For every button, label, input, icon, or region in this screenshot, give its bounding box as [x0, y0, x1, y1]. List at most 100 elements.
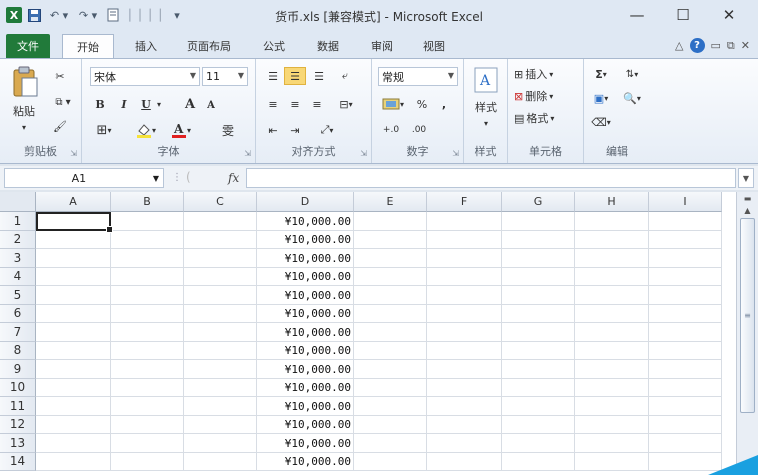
cell-h4[interactable]: [575, 267, 649, 286]
font-name-select[interactable]: 宋体 ▼: [90, 67, 200, 86]
cell-i6[interactable]: [649, 304, 722, 323]
cell-a5[interactable]: [36, 286, 111, 305]
cell-a2[interactable]: [36, 230, 111, 249]
column-header-b[interactable]: B: [111, 192, 184, 212]
cell-b14[interactable]: [111, 452, 184, 471]
orientation-icon[interactable]: ⤢ ▾: [314, 121, 340, 139]
styles-dropdown-icon[interactable]: ▾: [478, 117, 494, 129]
workbook-minimize-icon[interactable]: ▭: [711, 39, 721, 52]
row-header[interactable]: 12: [0, 415, 36, 434]
cell-h10[interactable]: [575, 378, 649, 397]
cell-h3[interactable]: [575, 249, 649, 268]
expand-formula-bar-icon[interactable]: ▼: [738, 168, 754, 188]
phonetic-guide-button[interactable]: 雯: [214, 121, 242, 139]
number-launcher-icon[interactable]: ⇲: [452, 149, 459, 158]
cell-i9[interactable]: [649, 360, 722, 379]
row-header[interactable]: 6: [0, 304, 36, 323]
cell-e12[interactable]: [354, 415, 427, 434]
cell-h7[interactable]: [575, 323, 649, 342]
cell-h8[interactable]: [575, 341, 649, 360]
cell-c3[interactable]: [184, 249, 257, 268]
font-color-icon[interactable]: A ▾: [168, 121, 194, 139]
cell-i4[interactable]: [649, 267, 722, 286]
insert-cells-button[interactable]: ⊞ 插入 ▾: [514, 65, 580, 83]
cell-e1[interactable]: [354, 212, 427, 231]
cell-e4[interactable]: [354, 267, 427, 286]
row-header[interactable]: 2: [0, 230, 36, 249]
cut-icon[interactable]: ✂: [50, 67, 70, 85]
cell-f1[interactable]: [427, 212, 502, 231]
tab-review[interactable]: 审阅: [362, 34, 402, 58]
scroll-up-icon[interactable]: ▲: [740, 203, 755, 217]
column-header-f[interactable]: F: [427, 192, 502, 212]
name-box[interactable]: A1 ▼: [4, 168, 164, 188]
minimize-button[interactable]: —: [618, 4, 656, 26]
cell-h9[interactable]: [575, 360, 649, 379]
maximize-button[interactable]: ☐: [664, 4, 702, 26]
cell-b6[interactable]: [111, 304, 184, 323]
clipboard-launcher-icon[interactable]: ⇲: [70, 149, 77, 158]
cell-c13[interactable]: [184, 434, 257, 453]
cell-f14[interactable]: [427, 452, 502, 471]
row-header[interactable]: 13: [0, 434, 36, 453]
cell-h6[interactable]: [575, 304, 649, 323]
borders-icon[interactable]: ⊞ ▾: [90, 121, 118, 139]
column-header-a[interactable]: A: [36, 192, 111, 212]
split-box-icon[interactable]: ▬: [740, 194, 755, 203]
increase-decimal-button[interactable]: +.0: [378, 121, 404, 139]
cell-h11[interactable]: [575, 397, 649, 416]
cell-c10[interactable]: [184, 378, 257, 397]
fill-color-icon[interactable]: ▾: [132, 121, 160, 139]
column-header-c[interactable]: C: [184, 192, 257, 212]
cell-e10[interactable]: [354, 378, 427, 397]
row-header[interactable]: 14: [0, 452, 36, 471]
cell-c7[interactable]: [184, 323, 257, 342]
cell-a10[interactable]: [36, 378, 111, 397]
scroll-thumb[interactable]: ≡: [740, 218, 755, 413]
cell-f10[interactable]: [427, 378, 502, 397]
cell-h13[interactable]: [575, 434, 649, 453]
cell-e14[interactable]: [354, 452, 427, 471]
minimize-ribbon-icon[interactable]: △: [675, 39, 683, 52]
accounting-format-icon[interactable]: ▾: [378, 95, 408, 113]
align-bottom-icon[interactable]: ☰: [310, 67, 328, 85]
cell-c4[interactable]: [184, 267, 257, 286]
cell-f13[interactable]: [427, 434, 502, 453]
cell-a14[interactable]: [36, 452, 111, 471]
decrease-decimal-button[interactable]: .00: [406, 121, 432, 139]
cell-c5[interactable]: [184, 286, 257, 305]
row-header[interactable]: 4: [0, 267, 36, 286]
row-header[interactable]: 7: [0, 323, 36, 342]
decrease-indent-icon[interactable]: ⇤: [264, 121, 282, 139]
shrink-font-button[interactable]: A: [204, 97, 218, 113]
cell-f8[interactable]: [427, 341, 502, 360]
tab-view[interactable]: 视图: [414, 34, 454, 58]
cell-b12[interactable]: [111, 415, 184, 434]
paste-button[interactable]: 粘贴: [6, 103, 42, 119]
align-top-icon[interactable]: ☰: [264, 67, 282, 85]
cell-g13[interactable]: [502, 434, 575, 453]
cell-a9[interactable]: [36, 360, 111, 379]
underline-dropdown-icon[interactable]: ▾: [154, 95, 164, 113]
cell-b5[interactable]: [111, 286, 184, 305]
cell-b4[interactable]: [111, 267, 184, 286]
select-all-corner[interactable]: [0, 192, 36, 212]
cell-b10[interactable]: [111, 378, 184, 397]
worksheet-grid[interactable]: A B C D E F G H I 1 ¥10,000.00 2 ¥10,000.00 3 ¥10,000.…: [0, 192, 736, 475]
cell-f7[interactable]: [427, 323, 502, 342]
formula-input[interactable]: [246, 168, 736, 188]
row-header[interactable]: 1: [0, 212, 36, 231]
row-header[interactable]: 9: [0, 360, 36, 379]
cell-f12[interactable]: [427, 415, 502, 434]
autosum-button[interactable]: Σ ▾: [588, 65, 614, 83]
cell-b13[interactable]: [111, 434, 184, 453]
bold-button[interactable]: B: [92, 95, 108, 113]
copy-icon[interactable]: ⧉ ▾: [50, 93, 76, 111]
cell-f9[interactable]: [427, 360, 502, 379]
row-header[interactable]: 10: [0, 378, 36, 397]
number-format-select[interactable]: 常规 ▼: [378, 67, 458, 86]
cell-c12[interactable]: [184, 415, 257, 434]
cell-e3[interactable]: [354, 249, 427, 268]
clear-icon[interactable]: ⌫ ▾: [588, 113, 614, 131]
tab-page-layout[interactable]: 页面布局: [176, 34, 242, 58]
